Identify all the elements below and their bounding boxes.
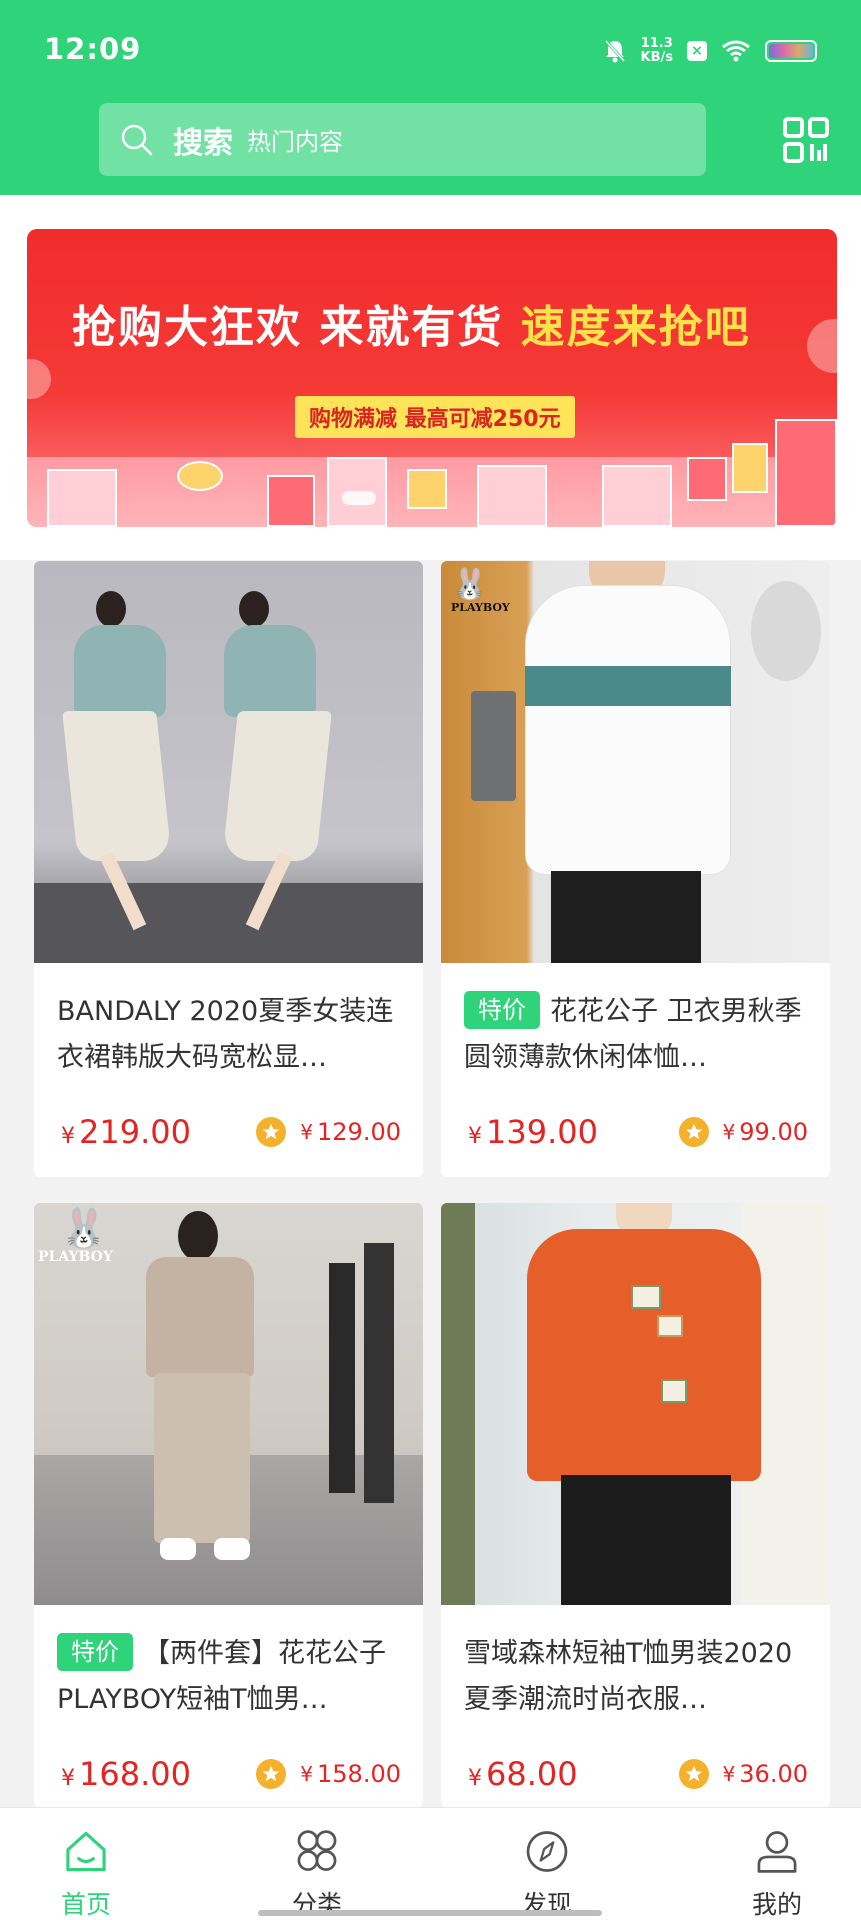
net-speed-unit: KB/s — [640, 50, 673, 65]
product-card[interactable]: 🐰 PLAYBOY 特价 【两件套】花花公子PLAYBOY短袖T恤男… ¥168.… — [34, 1203, 423, 1807]
member-price: ¥158.00 — [256, 1759, 401, 1789]
special-price-badge: 特价 — [57, 1633, 133, 1671]
product-price: ¥68.00 — [468, 1755, 578, 1793]
product-title: 特价 花花公子 卫衣男秋季圆领薄款休闲体恤… — [464, 989, 809, 1081]
battery-icon — [765, 40, 817, 62]
banner-subtitle: 购物满减 最高可减250元 — [295, 396, 575, 438]
member-price: ¥129.00 — [256, 1117, 401, 1147]
home-icon — [66, 1831, 106, 1872]
brand-mark: 🐰 PLAYBOY — [38, 1205, 113, 1266]
member-star-icon — [256, 1117, 287, 1147]
x-badge-icon: × — [687, 41, 707, 61]
compass-icon — [526, 1831, 568, 1872]
product-image — [441, 1203, 830, 1605]
product-price: ¥219.00 — [61, 1113, 191, 1151]
qr-scan-icon[interactable] — [782, 116, 830, 164]
nav-item-discover[interactable]: 发现 — [477, 1808, 617, 1920]
product-title-text: BANDALY 2020夏季女装连衣裙韩版大码宽松显… — [57, 996, 394, 1073]
product-card[interactable]: 🐰 PLAYBOY 特价 花花公子 卫衣男秋季圆领薄款休闲体恤… ¥139.00 … — [441, 561, 830, 1177]
product-title: 特价 【两件套】花花公子PLAYBOY短袖T恤男… — [57, 1631, 402, 1723]
bottom-nav: 首页 分类 发现 我的 — [0, 1807, 861, 1920]
banner-headline-yellow: 速度来抢吧 — [520, 302, 751, 353]
product-image — [34, 561, 423, 963]
member-price: ¥36.00 — [678, 1759, 808, 1789]
search-icon — [121, 124, 153, 155]
net-speed: 11.3 KB/s — [641, 37, 673, 65]
member-price-value: 158.00 — [317, 1760, 401, 1788]
status-time: 12:09 — [44, 32, 142, 66]
banner-headline: 抢购大狂欢 来就有货 速度来抢吧 — [72, 291, 751, 355]
banner-pagination — [342, 491, 376, 505]
brand-mark: 🐰 PLAYBOY — [451, 567, 510, 615]
member-price: ¥99.00 — [678, 1117, 808, 1147]
member-star-icon — [256, 1759, 287, 1789]
net-speed-value: 11.3 — [640, 36, 673, 51]
search-label: 搜索 — [173, 125, 233, 161]
product-image: 🐰 PLAYBOY — [34, 1203, 423, 1605]
nav-item-mine[interactable]: 我的 — [707, 1808, 847, 1920]
app-header: 12:09 11.3 KB/s × 搜索 热门内容 — [0, 0, 861, 195]
banner-headline-white: 抢购大狂欢 来就有货 — [72, 302, 504, 353]
nav-item-category[interactable]: 分类 — [247, 1808, 387, 1920]
search-bar[interactable]: 搜索 热门内容 — [99, 103, 706, 176]
member-price-value: 129.00 — [317, 1118, 401, 1146]
member-star-icon — [678, 1759, 709, 1789]
product-image: 🐰 PLAYBOY — [441, 561, 830, 963]
member-price-value: 99.00 — [739, 1118, 808, 1146]
product-price: ¥139.00 — [468, 1113, 598, 1151]
special-price-badge: 特价 — [464, 991, 540, 1029]
product-title-text: 雪域森林短袖T恤男装2020夏季潮流时尚衣服… — [464, 1638, 793, 1715]
nav-label: 我的 — [751, 1890, 802, 1919]
category-icon — [297, 1830, 337, 1871]
mute-bell-icon — [604, 39, 625, 63]
member-star-icon — [678, 1117, 709, 1147]
product-title: BANDALY 2020夏季女装连衣裙韩版大码宽松显… — [57, 989, 402, 1081]
search-placeholder: 热门内容 — [247, 128, 343, 156]
wifi-icon — [722, 40, 750, 62]
home-indicator — [258, 1910, 602, 1916]
nav-item-home[interactable]: 首页 — [16, 1808, 156, 1920]
banner-section: 抢购大狂欢 来就有货 速度来抢吧 购物满减 最高可减250元 — [0, 195, 861, 560]
status-icons: 11.3 KB/s × — [603, 34, 817, 68]
member-price-value: 36.00 — [739, 1760, 808, 1788]
nav-label: 首页 — [60, 1890, 111, 1919]
product-title: 雪域森林短袖T恤男装2020夏季潮流时尚衣服… — [464, 1631, 809, 1723]
promo-banner[interactable]: 抢购大狂欢 来就有货 速度来抢吧 购物满减 最高可减250元 — [27, 229, 837, 527]
user-icon — [757, 1831, 797, 1873]
product-card[interactable]: BANDALY 2020夏季女装连衣裙韩版大码宽松显… ¥219.00 ¥129… — [34, 561, 423, 1177]
product-card[interactable]: 雪域森林短袖T恤男装2020夏季潮流时尚衣服… ¥68.00 ¥36.00 — [441, 1203, 830, 1807]
product-price: ¥168.00 — [61, 1755, 191, 1793]
